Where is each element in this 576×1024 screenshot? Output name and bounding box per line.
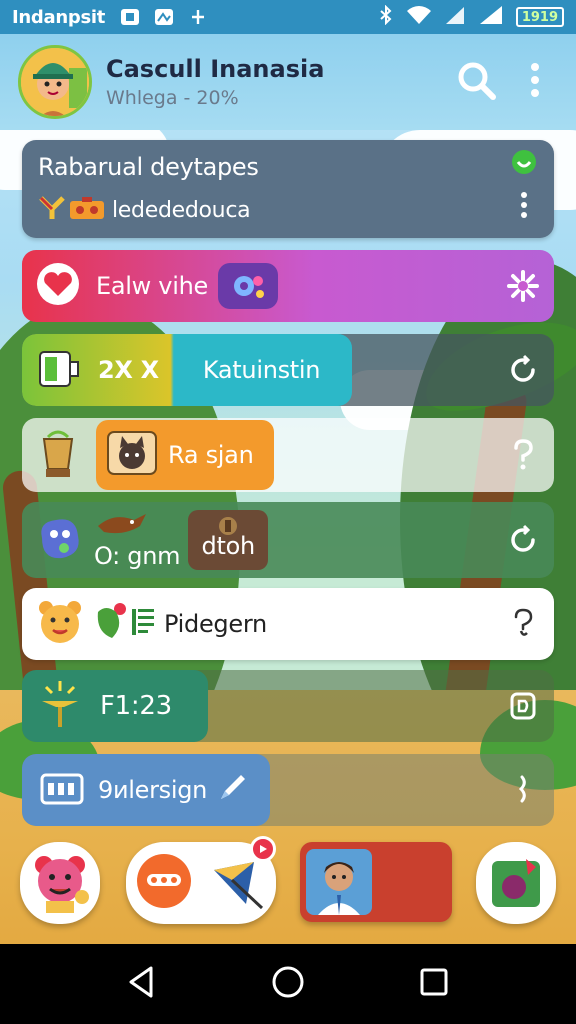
bottom-dock	[0, 836, 576, 946]
avatar[interactable]	[18, 45, 92, 119]
heart-icon	[36, 262, 80, 310]
card-label: Ealw vihe	[96, 272, 208, 300]
battery-icon	[38, 346, 80, 394]
list-item-card-3[interactable]: 2X X Katuinstin	[22, 334, 554, 406]
card-badge-text: 2X X	[98, 356, 159, 384]
lamp-icon	[38, 679, 82, 733]
signal-full-icon	[478, 5, 504, 30]
more-vertical-icon[interactable]	[530, 62, 540, 102]
list-item-card-5[interactable]: O: gnm dtoh	[22, 502, 554, 578]
app-header: Cascull Inanasia Whlega - 20%	[0, 34, 576, 130]
list-item-card-6[interactable]: Pidegern	[22, 588, 554, 660]
exclamation-icon[interactable]	[506, 773, 540, 807]
list-icon	[130, 605, 158, 643]
card-label: F1:23	[100, 691, 172, 721]
card-label-secondary: dtoh	[201, 532, 256, 560]
signal-icon	[444, 5, 466, 30]
help-icon[interactable]	[506, 607, 540, 641]
battery-indicator: 1919	[515, 7, 564, 27]
refresh-icon[interactable]	[506, 523, 540, 557]
card-label: Pidegern	[164, 610, 267, 638]
notification-image-icon	[153, 7, 175, 27]
list-item-card-8[interactable]: 9иlersign	[22, 754, 554, 826]
face-icon[interactable]	[135, 852, 193, 914]
person-avatar-icon	[306, 849, 372, 915]
carrier-name: Indanpsit	[12, 6, 106, 28]
back-icon[interactable]	[127, 965, 157, 1003]
list-item-card-4[interactable]: Ra sjan	[22, 418, 554, 492]
card-label: 9иlersign	[98, 776, 208, 804]
y-icon	[38, 195, 66, 225]
bear-mascot-icon[interactable]	[20, 842, 100, 924]
plus-signal-icon	[187, 7, 209, 27]
app-title: Cascull Inanasia	[106, 55, 325, 83]
app-subtitle: Whlega - 20%	[106, 87, 239, 109]
leaf-icon	[94, 602, 130, 646]
search-icon[interactable]	[456, 60, 496, 104]
card-label: Katuinstin	[202, 356, 321, 384]
cat-icon	[106, 430, 158, 480]
list-item-card-2[interactable]: Ealw vihe	[22, 250, 554, 322]
calendar-icon	[40, 771, 84, 809]
gear-badge-icon	[217, 263, 278, 309]
record-badge-icon	[250, 836, 276, 862]
bird-icon	[94, 510, 180, 542]
blob-monster-icon	[36, 514, 82, 566]
more-vertical-icon[interactable]	[520, 192, 528, 222]
wifi-icon	[406, 5, 432, 30]
bear-face-icon	[36, 598, 84, 650]
bluetooth-icon	[378, 4, 394, 30]
card-label: Ra sjan	[168, 441, 254, 469]
card-title: Rabarual deytapes	[38, 153, 259, 181]
card-subtitle: ledededouca	[112, 197, 251, 223]
boy-with-hat-avatar-icon	[21, 48, 89, 116]
notification-app-icon	[119, 7, 141, 27]
trophy-cup-icon	[38, 427, 78, 483]
refresh-icon[interactable]	[506, 353, 540, 387]
online-indicator-icon	[510, 148, 538, 180]
card-label: O: gnm	[94, 542, 181, 570]
gift-camera-icon[interactable]	[476, 842, 556, 924]
person-card-icon[interactable]	[300, 842, 452, 922]
help-icon[interactable]	[506, 438, 540, 472]
recents-icon[interactable]	[419, 967, 449, 1001]
status-bar: Indanpsit 1919	[0, 0, 576, 34]
toolbox-icon	[68, 195, 106, 225]
sparkle-icon[interactable]	[506, 269, 540, 303]
system-navigation-bar	[0, 944, 576, 1024]
list-item-card-1[interactable]: Rabarual deytapes ledededouca	[22, 140, 554, 238]
pencil-icon	[217, 773, 247, 807]
dock-group	[126, 836, 276, 924]
list-item-card-7[interactable]: F1:23	[22, 670, 554, 742]
document-icon[interactable]	[506, 689, 540, 723]
home-icon[interactable]	[270, 964, 306, 1004]
